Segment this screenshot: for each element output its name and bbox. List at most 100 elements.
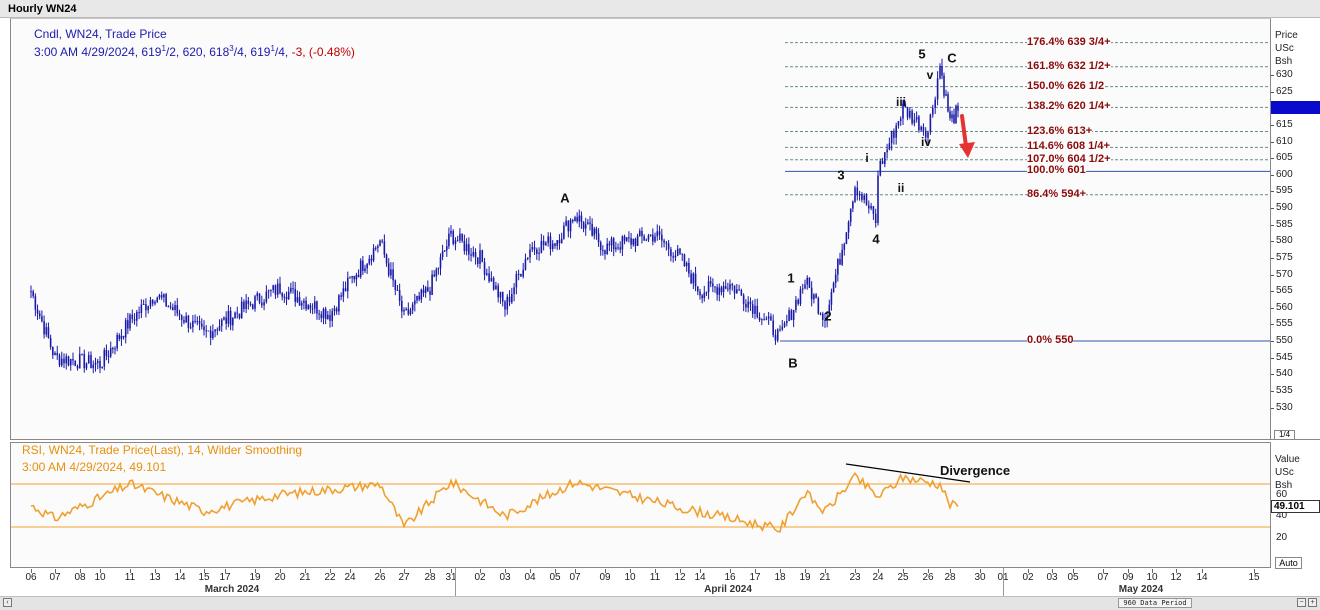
- price-axis-tick: [1271, 224, 1274, 226]
- candle-body: [774, 335, 777, 341]
- candle-body: [338, 295, 340, 312]
- scale-button[interactable]: 1/4: [1274, 430, 1295, 440]
- candle-body: [628, 237, 630, 239]
- candle-body: [163, 294, 165, 298]
- candle-body: [906, 107, 909, 118]
- time-label: 02: [474, 572, 486, 583]
- zoom-out-icon[interactable]: −: [1297, 598, 1306, 607]
- month-label: March 2024: [204, 584, 260, 595]
- price-axis-label: 560: [1276, 301, 1293, 313]
- candle-body: [955, 105, 957, 124]
- candle-body: [667, 243, 670, 250]
- candle-body: [623, 236, 626, 241]
- candle-body: [712, 283, 714, 287]
- time-label: 08: [74, 572, 86, 583]
- candle-body: [945, 94, 947, 96]
- candle-body: [767, 316, 770, 319]
- candle-body: [74, 360, 77, 367]
- candle-body: [558, 240, 561, 244]
- candle-body: [212, 331, 214, 338]
- divergence-label: Divergence: [940, 463, 1011, 478]
- candle-body: [483, 262, 486, 275]
- candle-body: [403, 309, 405, 312]
- candle-body: [701, 295, 703, 299]
- candle-body: [225, 317, 227, 324]
- candle-body: [918, 116, 920, 131]
- candle-body: [279, 283, 281, 294]
- price-legend-line1: Cndl, WN24, Trade Price: [34, 27, 167, 41]
- candle-body: [294, 289, 297, 302]
- candle-body: [707, 281, 710, 293]
- candle-body: [63, 358, 65, 364]
- auto-scale-button[interactable]: Auto: [1275, 557, 1302, 569]
- rsi-legend-line1: RSI, WN24, Trade Price(Last), 14, Wilder…: [22, 443, 303, 457]
- time-label: 07: [49, 572, 61, 583]
- candle-body: [274, 285, 277, 295]
- candle-body: [909, 110, 911, 118]
- candle-body: [240, 301, 243, 319]
- candle-body: [947, 94, 949, 112]
- candle-body: [251, 304, 254, 309]
- candle-body: [194, 320, 196, 322]
- candle-body: [837, 259, 839, 275]
- candle-body: [856, 187, 859, 196]
- candle-body: [897, 121, 900, 126]
- candle-body: [685, 262, 688, 267]
- candle-body: [772, 320, 774, 336]
- candle-body: [205, 330, 208, 332]
- time-label: 07: [1097, 572, 1109, 583]
- candle-body: [513, 287, 515, 295]
- candle-body: [383, 241, 386, 255]
- candle-body: [508, 296, 511, 303]
- candle-body: [649, 234, 652, 236]
- time-label: 27: [398, 572, 410, 583]
- candle-body: [615, 247, 617, 250]
- candle-body: [636, 235, 639, 246]
- candle-body: [913, 119, 916, 124]
- candle-body: [476, 257, 479, 265]
- candle-body: [216, 329, 219, 331]
- candle-body: [474, 252, 477, 258]
- candle-body: [429, 291, 431, 295]
- candle-body: [520, 273, 522, 277]
- candle-body: [589, 222, 591, 224]
- candle-body: [886, 149, 888, 153]
- candle-body: [366, 263, 368, 269]
- month-separator: [1003, 568, 1004, 596]
- candle-body: [797, 299, 799, 304]
- candle-body: [565, 220, 567, 226]
- fib-label: 107.0% 604 1/2+: [1027, 152, 1111, 165]
- candle-body: [416, 295, 418, 301]
- candle-body: [322, 308, 325, 319]
- fib-label: 123.6% 613+: [1027, 124, 1093, 137]
- candle-body: [405, 308, 407, 310]
- candle-body: [957, 105, 959, 111]
- scroll-left-icon[interactable]: ‹: [3, 598, 12, 607]
- candle-body: [320, 314, 323, 319]
- time-label: 19: [249, 572, 261, 583]
- candle-body: [83, 353, 86, 369]
- candle-body: [107, 355, 110, 357]
- candle-body: [420, 289, 423, 300]
- candle-body: [740, 290, 743, 296]
- candle-body: [327, 314, 329, 319]
- candle-body: [145, 304, 147, 311]
- time-label: 18: [774, 572, 786, 583]
- time-label: 20: [274, 572, 286, 583]
- price-axis-tick: [1271, 357, 1274, 359]
- candle-body: [943, 75, 945, 96]
- candle-body: [261, 302, 263, 306]
- price-axis-tick: [1271, 241, 1274, 243]
- candle-body: [180, 315, 183, 321]
- candle-body: [679, 248, 681, 254]
- candle-body: [481, 250, 484, 263]
- time-label: 28: [944, 572, 956, 583]
- candle-body: [357, 274, 360, 277]
- candle-body: [127, 320, 129, 329]
- fib-label: 114.6% 608 1/4+: [1027, 140, 1110, 153]
- zoom-in-icon[interactable]: +: [1308, 598, 1317, 607]
- candle-body: [779, 329, 781, 331]
- candle-body: [409, 310, 412, 315]
- time-label: 16: [724, 572, 736, 583]
- candle-body: [103, 350, 106, 367]
